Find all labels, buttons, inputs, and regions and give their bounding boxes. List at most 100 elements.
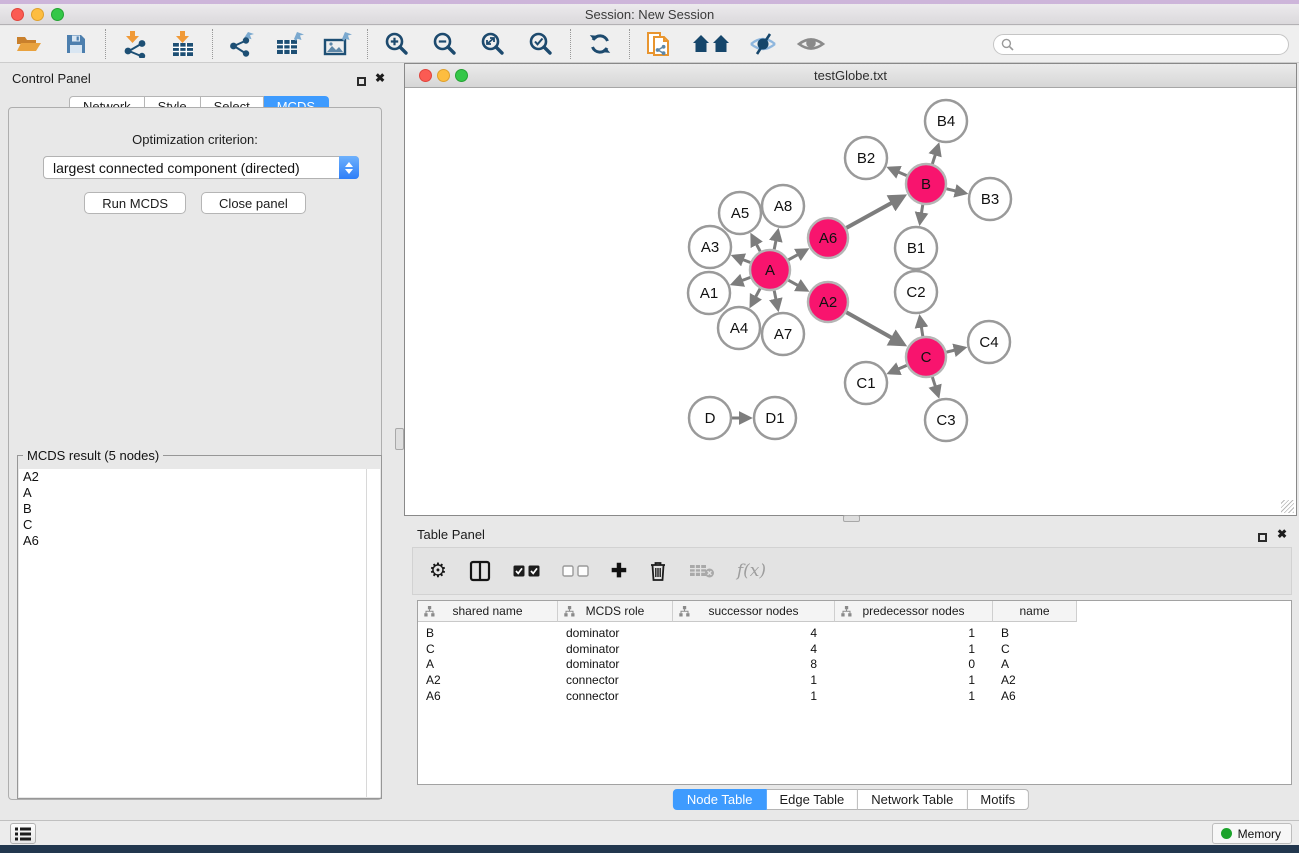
network-graph[interactable]: B4B2BB3A5A8A6A3B1AA1C2A2A4A7CC4C1C3DD1 xyxy=(405,89,1296,516)
graph-edge-A2-C[interactable] xyxy=(846,312,903,344)
column-selector-icon xyxy=(469,560,491,582)
export-network-button[interactable] xyxy=(226,28,258,60)
home-layout-button[interactable] xyxy=(691,28,731,60)
table-tab-edge-table[interactable]: Edge Table xyxy=(766,789,858,810)
mcds-result-item[interactable]: B xyxy=(19,501,380,517)
control-panel-title: Control Panel xyxy=(12,71,91,86)
horizontal-splitter-handle[interactable] xyxy=(843,515,860,522)
select-all-button[interactable] xyxy=(513,565,540,577)
network-canvas[interactable]: B4B2BB3A5A8A6A3B1AA1C2A2A4A7CC4C1C3DD1 xyxy=(405,89,1296,515)
add-column-button[interactable]: ✚ xyxy=(611,562,627,581)
column-header-MCDS-role[interactable]: MCDS role xyxy=(558,601,673,622)
graph-edge-B-B2[interactable] xyxy=(890,168,907,175)
hide-selected-button[interactable] xyxy=(747,28,779,60)
column-header-shared-name[interactable]: shared name xyxy=(418,601,558,622)
table-row[interactable]: Adominator80A xyxy=(418,657,1291,673)
graph-edge-C-C2[interactable] xyxy=(920,318,923,337)
delete-table-button[interactable] xyxy=(689,563,715,579)
close-panel-button[interactable]: Close panel xyxy=(201,192,306,214)
graph-edge-A-A1[interactable] xyxy=(733,277,750,283)
resize-grip-icon[interactable] xyxy=(1281,500,1294,513)
table-tab-motifs[interactable]: Motifs xyxy=(967,789,1029,810)
cell-MCDS-role: dominator xyxy=(558,642,673,658)
table-header-row: shared nameMCDS rolesuccessor nodesprede… xyxy=(418,601,1291,622)
save-session-button[interactable] xyxy=(60,28,92,60)
table-row[interactable]: A6connector11A6 xyxy=(418,689,1291,705)
table-row[interactable]: Cdominator41C xyxy=(418,642,1291,658)
table-close-icon[interactable]: ✖ xyxy=(1277,527,1287,541)
network-window-titlebar[interactable]: testGlobe.txt xyxy=(405,64,1296,88)
column-header-successor-nodes[interactable]: successor nodes xyxy=(673,601,835,622)
graph-edge-C-C3[interactable] xyxy=(932,377,938,395)
zoom-selected-button[interactable] xyxy=(525,28,557,60)
table-settings-button[interactable]: ⚙ xyxy=(429,561,447,581)
mcds-result-item[interactable]: C xyxy=(19,517,380,533)
graph-node-label-B1: B1 xyxy=(907,240,925,257)
new-network-button[interactable] xyxy=(643,28,675,60)
column-selector-button[interactable] xyxy=(469,560,491,582)
vertical-splitter-handle[interactable] xyxy=(395,428,404,450)
graph-edge-B-B3[interactable] xyxy=(946,189,964,193)
function-builder-button[interactable]: f(x) xyxy=(737,561,766,581)
close-panel-icon[interactable]: ✖ xyxy=(375,71,385,85)
zoom-out-button[interactable] xyxy=(429,28,461,60)
mcds-result-item[interactable]: A2 xyxy=(19,469,380,485)
table-float-icon[interactable] xyxy=(1258,529,1267,547)
graph-edge-A-A3[interactable] xyxy=(734,256,750,262)
import-table-button[interactable] xyxy=(167,28,199,60)
cell-MCDS-role: connector xyxy=(558,689,673,705)
table-tab-network-table[interactable]: Network Table xyxy=(858,789,967,810)
criterion-dropdown[interactable]: largest connected component (directed) xyxy=(43,156,359,179)
mcds-result-title: MCDS result (5 nodes) xyxy=(23,448,163,463)
refresh-button[interactable] xyxy=(584,28,616,60)
main-area: Control Panel ✖ NetworkStyleSelectMCDS O… xyxy=(0,63,1299,820)
import-network-button[interactable] xyxy=(119,28,151,60)
graph-edge-A-A7[interactable] xyxy=(774,291,778,309)
open-session-button[interactable] xyxy=(12,28,44,60)
column-header-name[interactable]: name xyxy=(993,601,1077,622)
graph-edge-A-A5[interactable] xyxy=(752,236,760,252)
save-icon xyxy=(64,32,88,56)
zoom-out-icon xyxy=(432,31,458,57)
task-history-button[interactable] xyxy=(10,823,36,844)
zoom-fit-button[interactable] xyxy=(477,28,509,60)
search-field[interactable] xyxy=(993,34,1289,55)
float-panel-icon[interactable] xyxy=(357,73,366,91)
eye-slash-icon xyxy=(748,32,778,56)
mcds-tab-content: Optimization criterion: largest connecte… xyxy=(8,107,382,800)
deselect-all-button[interactable] xyxy=(562,565,589,577)
mcds-result-item[interactable]: A xyxy=(19,485,380,501)
export-image-icon xyxy=(323,30,353,58)
mcds-result-item[interactable]: A6 xyxy=(19,533,380,549)
column-header-predecessor-nodes[interactable]: predecessor nodes xyxy=(835,601,993,622)
network-file-icon xyxy=(645,29,673,59)
graph-edge-B-B1[interactable] xyxy=(920,205,923,223)
graph-edge-A6-B[interactable] xyxy=(846,197,902,228)
graph-edge-C-C4[interactable] xyxy=(946,348,963,352)
graph-edge-A-A8[interactable] xyxy=(774,231,778,249)
graph-edge-A-A2[interactable] xyxy=(788,280,806,290)
control-panel: Control Panel ✖ NetworkStyleSelectMCDS O… xyxy=(0,63,390,820)
table-row[interactable]: Bdominator41B xyxy=(418,626,1291,642)
graph-node-label-A3: A3 xyxy=(701,239,719,256)
graph-edge-A-A4[interactable] xyxy=(751,289,760,306)
search-icon xyxy=(1001,38,1014,51)
refresh-icon xyxy=(587,31,613,57)
export-image-button[interactable] xyxy=(322,28,354,60)
search-input[interactable] xyxy=(1019,37,1281,51)
show-all-button[interactable] xyxy=(795,28,827,60)
table-tab-node-table[interactable]: Node Table xyxy=(673,789,767,810)
delete-column-button[interactable] xyxy=(649,560,667,582)
graph-edge-B-B4[interactable] xyxy=(932,146,938,164)
graph-edge-A-A6[interactable] xyxy=(788,250,806,260)
node-table: shared nameMCDS rolesuccessor nodesprede… xyxy=(417,600,1292,785)
run-mcds-button[interactable]: Run MCDS xyxy=(84,192,186,214)
zoom-selected-icon xyxy=(528,31,554,57)
mcds-result-list: A2ABCA6 xyxy=(19,469,380,797)
graph-edge-C-C1[interactable] xyxy=(890,365,907,372)
table-row[interactable]: A2connector11A2 xyxy=(418,673,1291,689)
zoom-in-button[interactable] xyxy=(381,28,413,60)
export-table-button[interactable] xyxy=(274,28,306,60)
memory-button[interactable]: Memory xyxy=(1212,823,1292,844)
graph-node-label-B3: B3 xyxy=(981,191,999,208)
